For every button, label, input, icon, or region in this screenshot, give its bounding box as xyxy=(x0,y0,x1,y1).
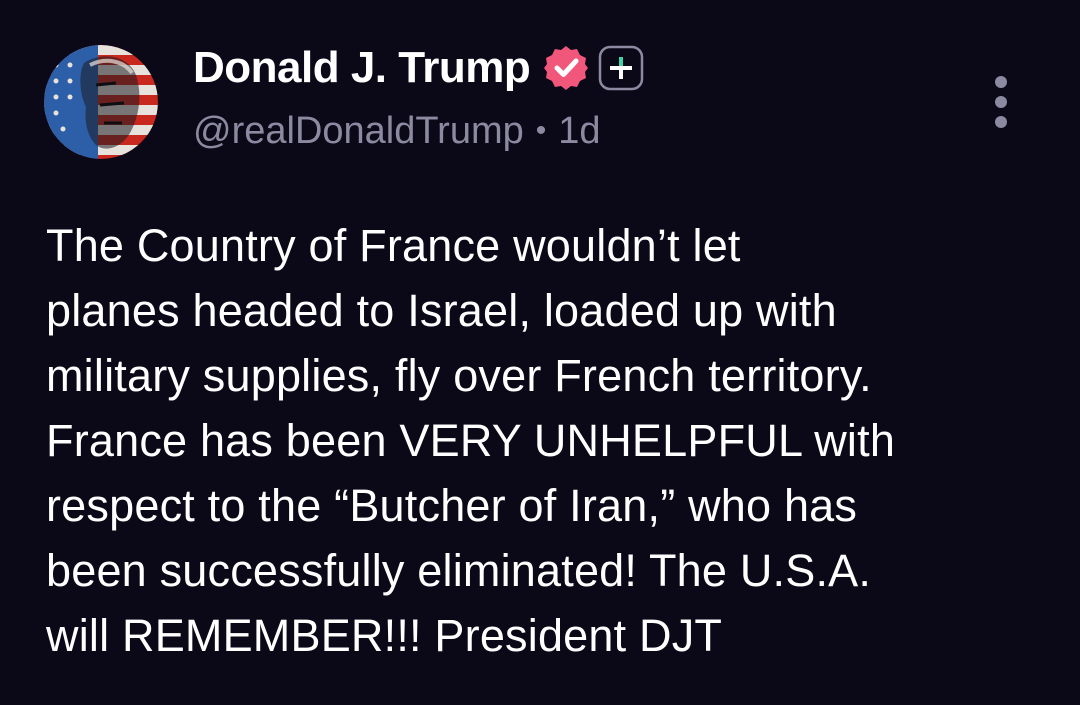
more-vertical-icon[interactable] xyxy=(984,74,1018,130)
plus-icon[interactable] xyxy=(598,45,644,91)
post-body-text: The Country of France wouldn’t let plane… xyxy=(46,220,896,661)
meta-separator: • xyxy=(535,114,547,147)
verified-badge-icon xyxy=(542,44,590,92)
author-display-name[interactable]: Donald J. Trump xyxy=(193,43,531,93)
post-timestamp[interactable]: 1d xyxy=(558,110,600,153)
author-handle[interactable]: @realDonaldTrump xyxy=(193,110,524,153)
post-card: Donald J. Trump @realDonaldTrump • 1d Th… xyxy=(0,0,1080,705)
author-meta-row: @realDonaldTrump • 1d xyxy=(193,106,601,156)
avatar-image xyxy=(44,45,158,159)
avatar[interactable] xyxy=(44,45,158,159)
author-name-row: Donald J. Trump xyxy=(193,40,644,96)
